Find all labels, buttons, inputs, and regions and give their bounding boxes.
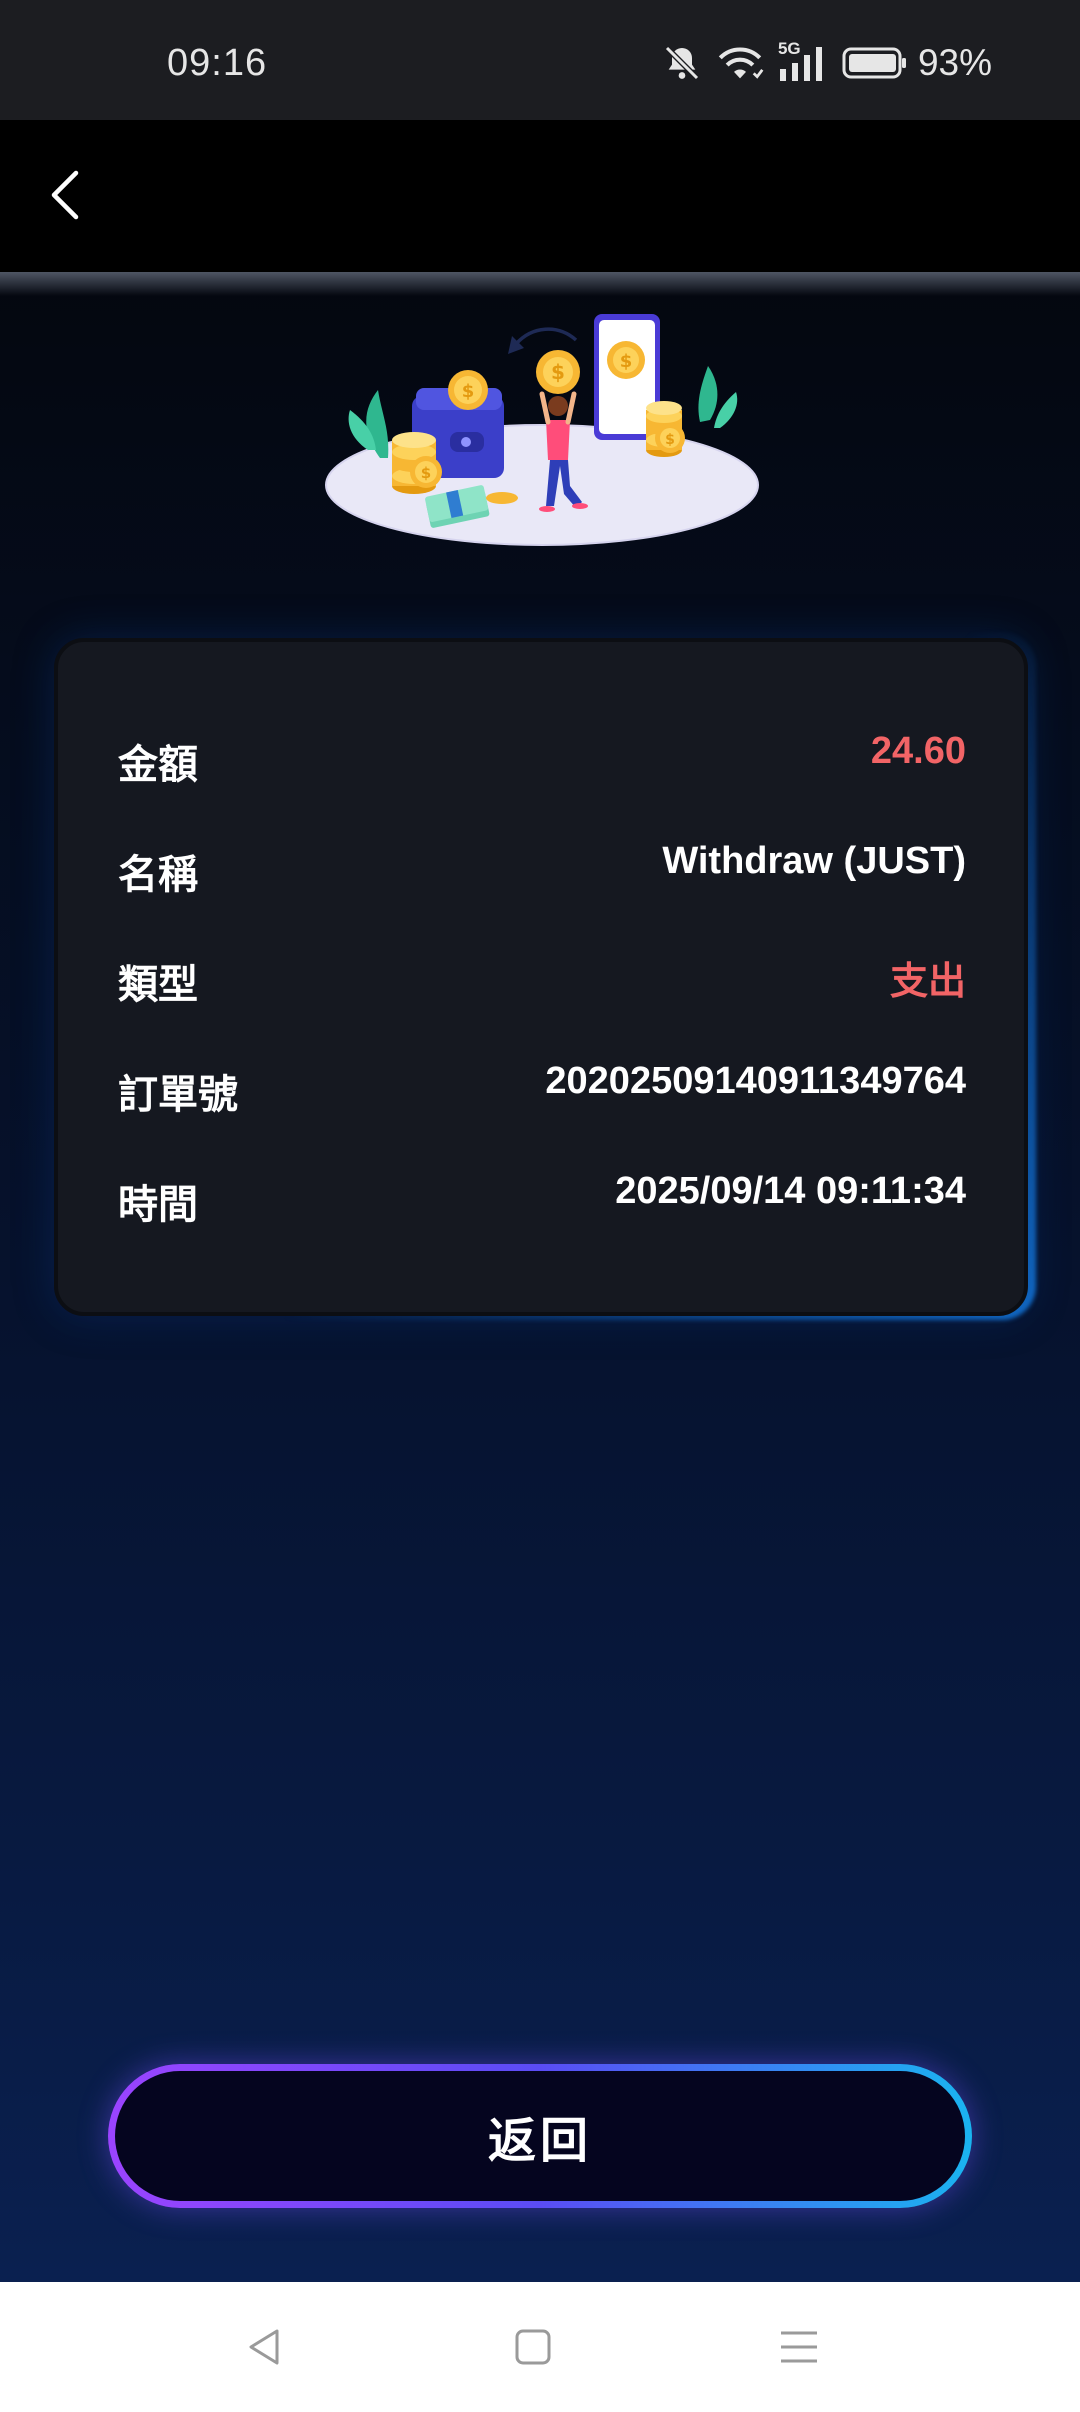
order-number-value: 20202509140911349764 xyxy=(545,1060,966,1102)
detail-row-name: 名稱 Withdraw (JUST) xyxy=(58,830,1024,900)
coin-symbol: $ xyxy=(551,360,565,384)
coin-symbol: $ xyxy=(462,381,475,402)
return-button[interactable]: 返回 xyxy=(108,2064,972,2208)
name-label: 名稱 xyxy=(118,852,198,898)
wallet-transfer-illustration: $ $ $ $ $ xyxy=(325,314,759,546)
detail-row-amount: 金額 24.60 xyxy=(58,720,1024,790)
status-time: 09:16 xyxy=(167,42,268,84)
type-label: 類型 xyxy=(118,962,198,1008)
system-nav-bar xyxy=(0,2282,1080,2412)
nav-menu-button[interactable] xyxy=(764,2312,834,2382)
coin-symbol: $ xyxy=(421,464,431,482)
nav-home-button[interactable] xyxy=(498,2312,568,2382)
square-home-icon xyxy=(515,2329,551,2365)
detail-row-time: 時間 2025/09/14 09:11:34 xyxy=(58,1160,1024,1230)
screen: 09:16 5G 93% $ $ $ $ $ 金額 24.60 名稱 Withd… xyxy=(0,0,1080,2412)
time-label: 時間 xyxy=(118,1182,198,1228)
wifi-icon xyxy=(718,47,764,79)
menu-lines-icon xyxy=(781,2331,817,2363)
detail-row-order: 訂單號 20202509140911349764 xyxy=(58,1050,1024,1120)
chevron-left-icon xyxy=(51,170,79,220)
cellular-signal-icon: 5G xyxy=(778,39,828,83)
time-value: 2025/09/14 09:11:34 xyxy=(615,1170,966,1212)
coin-symbol: $ xyxy=(620,351,633,372)
bell-muted-icon xyxy=(664,45,699,81)
order-number-label: 訂單號 xyxy=(118,1072,238,1118)
return-button-inner: 返回 xyxy=(115,2071,965,2201)
coin-symbol: $ xyxy=(665,432,675,448)
type-value: 支出 xyxy=(889,961,966,1003)
amount-value: 24.60 xyxy=(870,730,966,772)
status-icons: 5G 93% xyxy=(662,39,992,86)
header-shadow xyxy=(0,272,1080,296)
name-value: Withdraw (JUST) xyxy=(662,840,966,882)
transaction-detail-card: 金額 24.60 名稱 Withdraw (JUST) 類型 支出 訂單號 20… xyxy=(54,638,1028,1316)
status-bar: 09:16 5G 93% xyxy=(0,0,1080,120)
battery-percentage: 93% xyxy=(917,42,992,83)
app-header xyxy=(0,120,1080,272)
content-area: $ $ $ $ $ 金額 24.60 名稱 Withdraw (JUST) 類型… xyxy=(0,272,1080,2282)
back-button[interactable] xyxy=(36,160,96,230)
amount-label: 金額 xyxy=(118,742,198,788)
triangle-back-icon xyxy=(249,2329,279,2365)
battery-icon xyxy=(842,47,906,79)
nav-back-button[interactable] xyxy=(230,2312,300,2382)
return-label: 返回 xyxy=(487,2113,592,2169)
detail-row-type: 類型 支出 xyxy=(58,940,1024,1010)
